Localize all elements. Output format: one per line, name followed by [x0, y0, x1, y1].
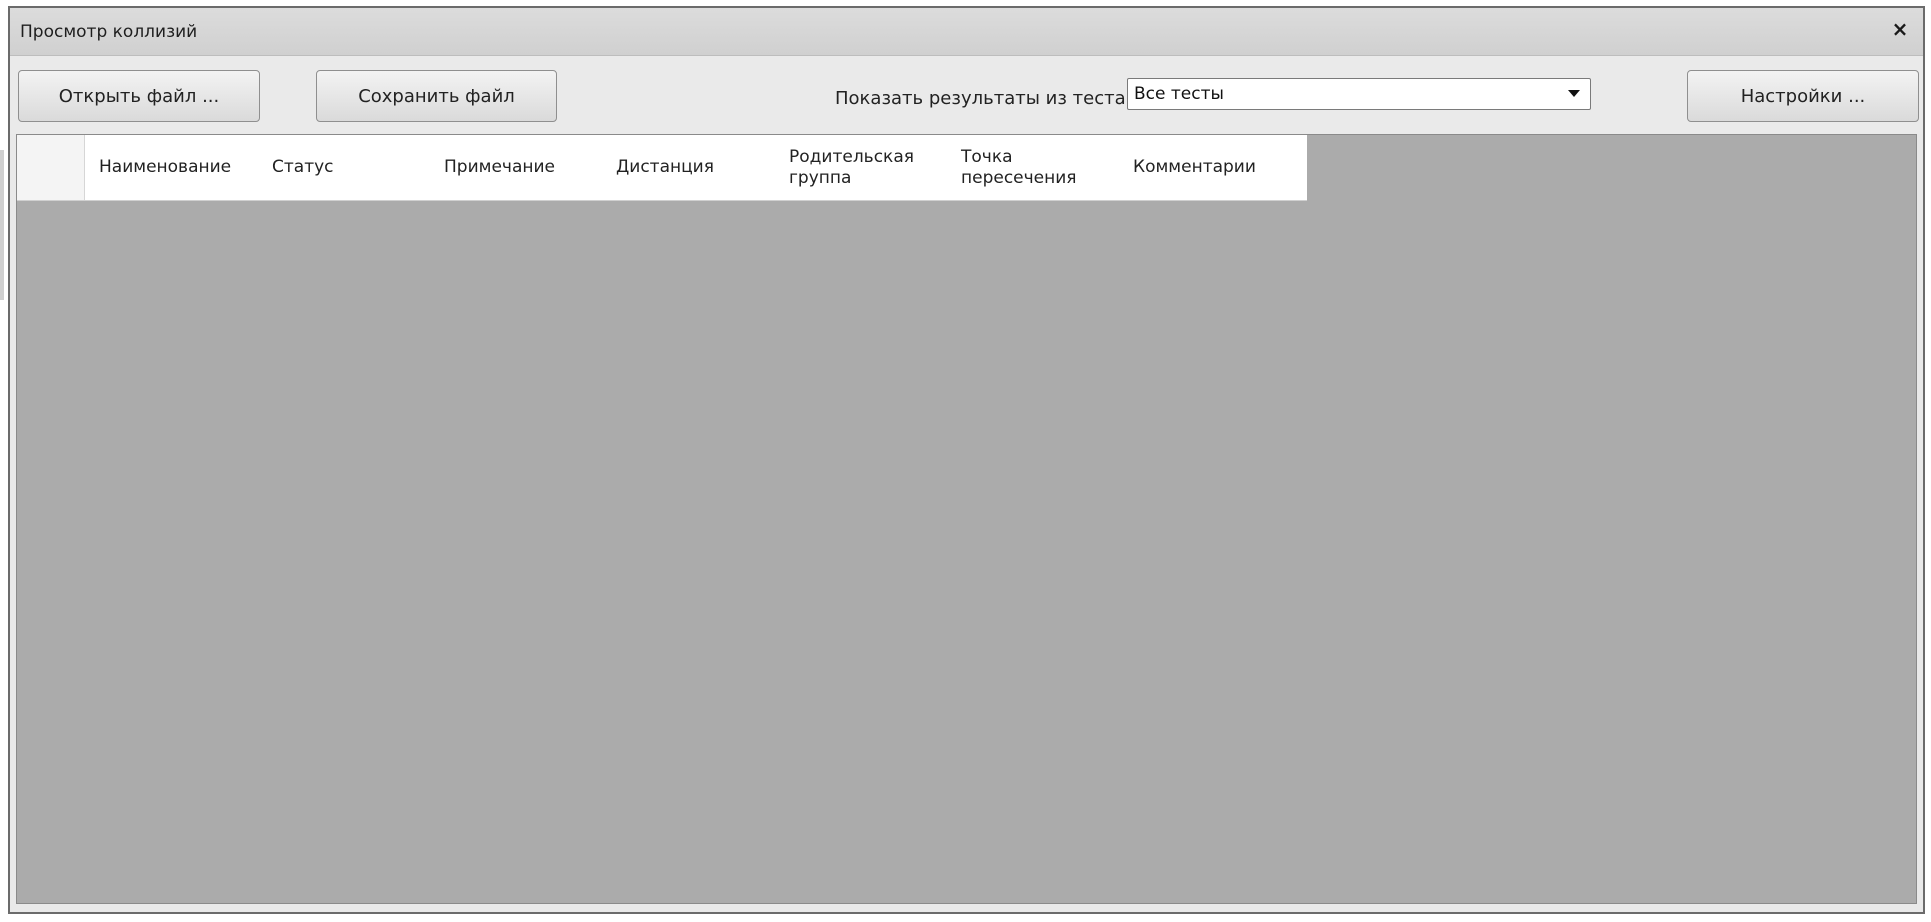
test-filter-label: Показать результаты из теста: [835, 88, 1132, 109]
column-header-comments[interactable]: Комментарии [1119, 135, 1297, 200]
chevron-down-icon[interactable] [1568, 90, 1580, 97]
collision-viewer-window: Просмотр коллизий × Открыть файл ... Сох… [8, 6, 1925, 914]
background-window-edge [0, 150, 4, 300]
test-filter-value: Все тесты [1134, 84, 1224, 104]
close-icon[interactable]: × [1887, 16, 1913, 42]
title-bar[interactable]: Просмотр коллизий × [10, 8, 1923, 56]
column-header-parent-group[interactable]: Родительская группа [775, 135, 947, 200]
row-selector-header[interactable] [17, 135, 85, 200]
column-header-intersection-point[interactable]: Точка пересечения [947, 135, 1119, 200]
collision-results-grid[interactable]: Наименование Статус Примечание Дистанция… [16, 134, 1917, 904]
open-file-button[interactable]: Открыть файл ... [18, 70, 260, 122]
test-filter-dropdown[interactable]: Все тесты [1127, 78, 1591, 110]
save-file-button[interactable]: Сохранить файл [316, 70, 557, 122]
window-title: Просмотр коллизий [20, 22, 198, 42]
toolbar: Открыть файл ... Сохранить файл Показать… [10, 56, 1923, 134]
column-header-status[interactable]: Статус [258, 135, 430, 200]
column-header-name[interactable]: Наименование [85, 135, 258, 200]
settings-button[interactable]: Настройки ... [1687, 70, 1919, 122]
grid-header: Наименование Статус Примечание Дистанция… [17, 135, 1307, 201]
column-header-note[interactable]: Примечание [430, 135, 602, 200]
column-header-distance[interactable]: Дистанция [602, 135, 775, 200]
